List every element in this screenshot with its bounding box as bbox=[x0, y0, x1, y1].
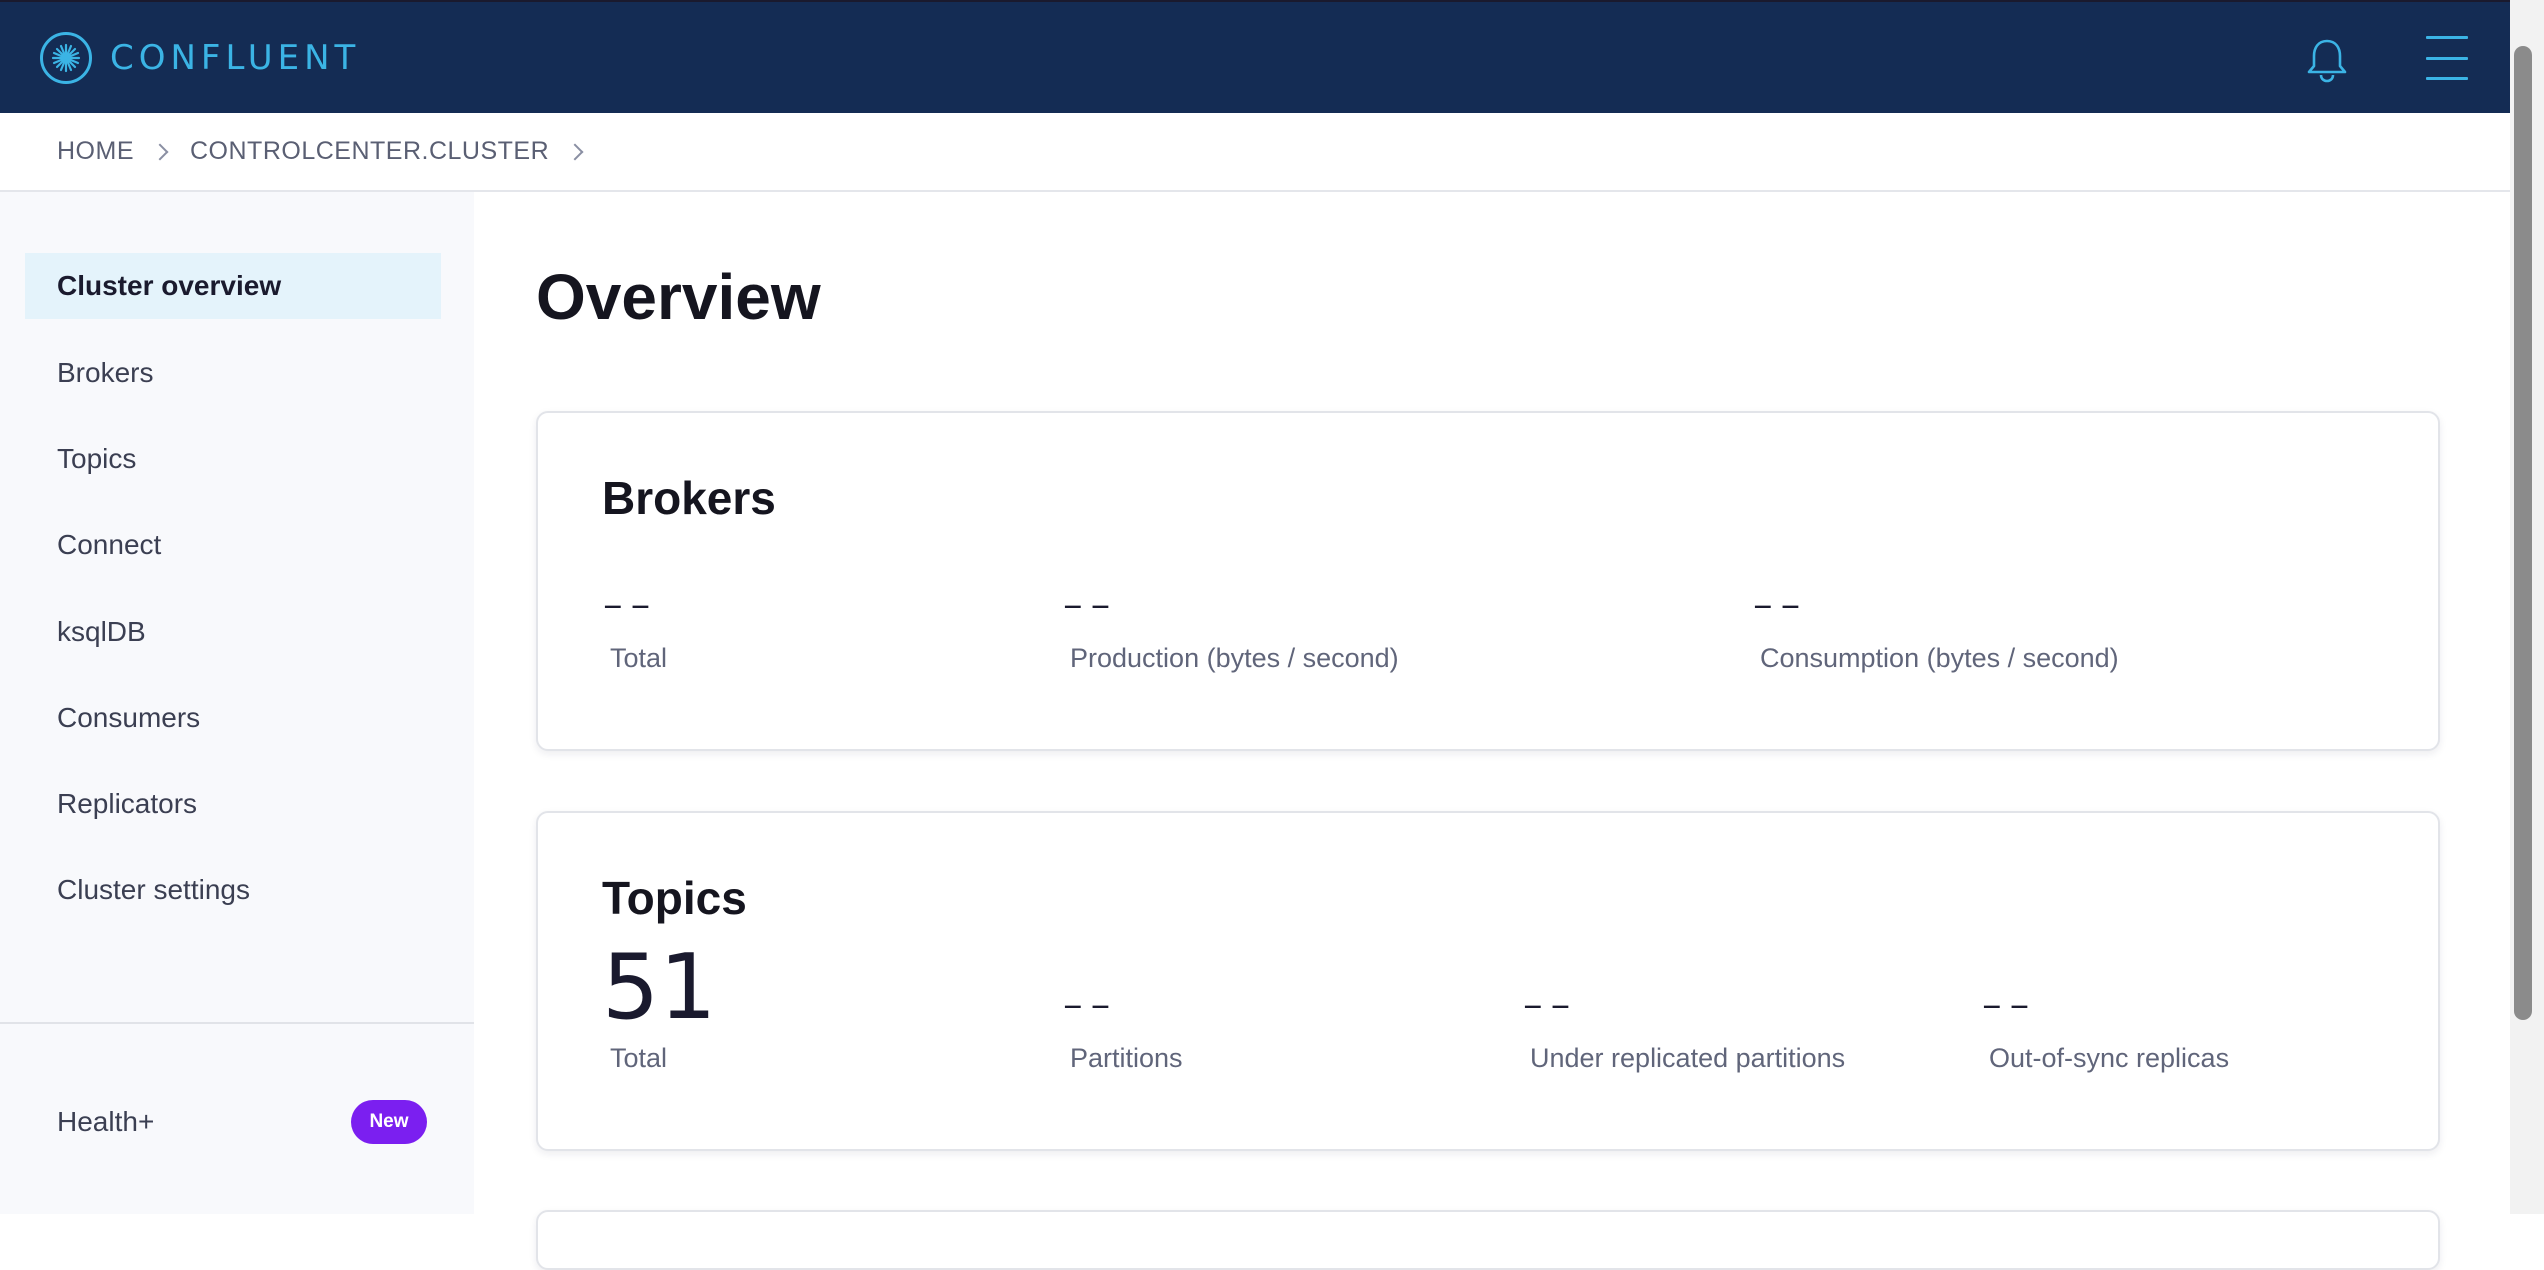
sidebar-item-label: Topics bbox=[57, 443, 137, 474]
metric-value: -- bbox=[1062, 968, 1118, 1038]
sidebar-item-label: ksqlDB bbox=[57, 616, 146, 647]
page-title: Overview bbox=[536, 261, 821, 333]
metric-value: -- bbox=[1062, 568, 1118, 638]
new-badge: New bbox=[351, 1100, 427, 1144]
topics-card[interactable]: Topics 51 Total -- Partitions -- Under r… bbox=[536, 811, 2440, 1151]
next-card bbox=[536, 1210, 2440, 1270]
sidebar-item-consumers[interactable]: Consumers bbox=[25, 685, 441, 751]
brokers-total-metric: -- Total bbox=[602, 573, 667, 674]
main-content: Overview Brokers -- Total -- Production … bbox=[474, 192, 2510, 1270]
metric-value: -- bbox=[1522, 968, 1578, 1038]
sidebar-item-label: Consumers bbox=[57, 702, 201, 733]
chevron-right-icon bbox=[566, 143, 584, 160]
menu-line bbox=[2426, 56, 2468, 60]
sidebar-item-cluster-settings[interactable]: Cluster settings bbox=[25, 857, 441, 923]
sidebar-item-label: Cluster overview bbox=[57, 270, 282, 301]
sidebar-item-cluster-overview[interactable]: Cluster overview bbox=[25, 253, 441, 319]
metric-value: -- bbox=[1752, 568, 1808, 638]
confluent-starburst-icon bbox=[40, 32, 92, 84]
breadcrumb-cluster[interactable]: CONTROLCENTER.CLUSTER bbox=[190, 137, 549, 166]
metric-label: Total bbox=[610, 1043, 668, 1073]
metric-value: 51 bbox=[602, 935, 717, 1040]
confluent-logo[interactable]: CONFLUENT bbox=[40, 32, 360, 84]
sidebar-item-ksqldb[interactable]: ksqlDB bbox=[25, 599, 441, 665]
metric-label: Production (bytes / second) bbox=[1070, 643, 1399, 673]
sidebar-item-brokers[interactable]: Brokers bbox=[25, 340, 441, 406]
metric-value: -- bbox=[1981, 968, 2037, 1038]
breadcrumb-home[interactable]: HOME bbox=[57, 137, 134, 166]
bell-icon[interactable] bbox=[2306, 37, 2348, 83]
sidebar-item-health-plus[interactable]: Health+ New bbox=[57, 1100, 427, 1144]
hamburger-menu-icon[interactable] bbox=[2426, 36, 2468, 80]
metric-label: Out-of-sync replicas bbox=[1989, 1043, 2230, 1073]
metric-value: -- bbox=[602, 568, 658, 638]
metric-label: Partitions bbox=[1070, 1043, 1183, 1073]
menu-line bbox=[2426, 77, 2468, 80]
breadcrumb: HOME CONTROLCENTER.CLUSTER bbox=[0, 113, 2510, 192]
sidebar: Cluster overview Brokers Topics Connect … bbox=[0, 192, 474, 1214]
vertical-scrollbar-thumb[interactable] bbox=[2514, 46, 2532, 1020]
chevron-right-icon bbox=[151, 143, 169, 160]
metric-label: Under replicated partitions bbox=[1530, 1043, 1846, 1073]
topics-total-metric: 51 Total bbox=[602, 943, 717, 1074]
brokers-production-metric: -- Production (bytes / second) bbox=[1062, 573, 1399, 674]
sidebar-item-label: Replicators bbox=[57, 788, 198, 819]
sidebar-item-label: Connect bbox=[57, 529, 162, 560]
sidebar-item-replicators[interactable]: Replicators bbox=[25, 771, 441, 837]
sidebar-item-topics[interactable]: Topics bbox=[25, 426, 441, 492]
sidebar-divider bbox=[0, 1022, 474, 1024]
sidebar-item-label: Cluster settings bbox=[57, 874, 250, 905]
brokers-card[interactable]: Brokers -- Total -- Production (bytes / … bbox=[536, 411, 2440, 751]
sidebar-item-label: Health+ bbox=[57, 1106, 155, 1137]
topics-out-of-sync-metric: -- Out-of-sync replicas bbox=[1981, 973, 2229, 1074]
topics-under-replicated-metric: -- Under replicated partitions bbox=[1522, 973, 1845, 1074]
card-title: Brokers bbox=[602, 472, 776, 524]
brokers-consumption-metric: -- Consumption (bytes / second) bbox=[1752, 573, 2119, 674]
brand-name: CONFLUENT bbox=[110, 38, 361, 78]
sidebar-item-connect[interactable]: Connect bbox=[25, 512, 441, 578]
menu-line bbox=[2426, 36, 2468, 39]
metric-label: Consumption (bytes / second) bbox=[1760, 643, 2119, 673]
card-title: Topics bbox=[602, 872, 747, 924]
top-navigation-bar: CONFLUENT bbox=[0, 0, 2510, 113]
sidebar-item-label: Brokers bbox=[57, 357, 154, 388]
metric-label: Total bbox=[610, 643, 668, 673]
topics-partitions-metric: -- Partitions bbox=[1062, 973, 1183, 1074]
